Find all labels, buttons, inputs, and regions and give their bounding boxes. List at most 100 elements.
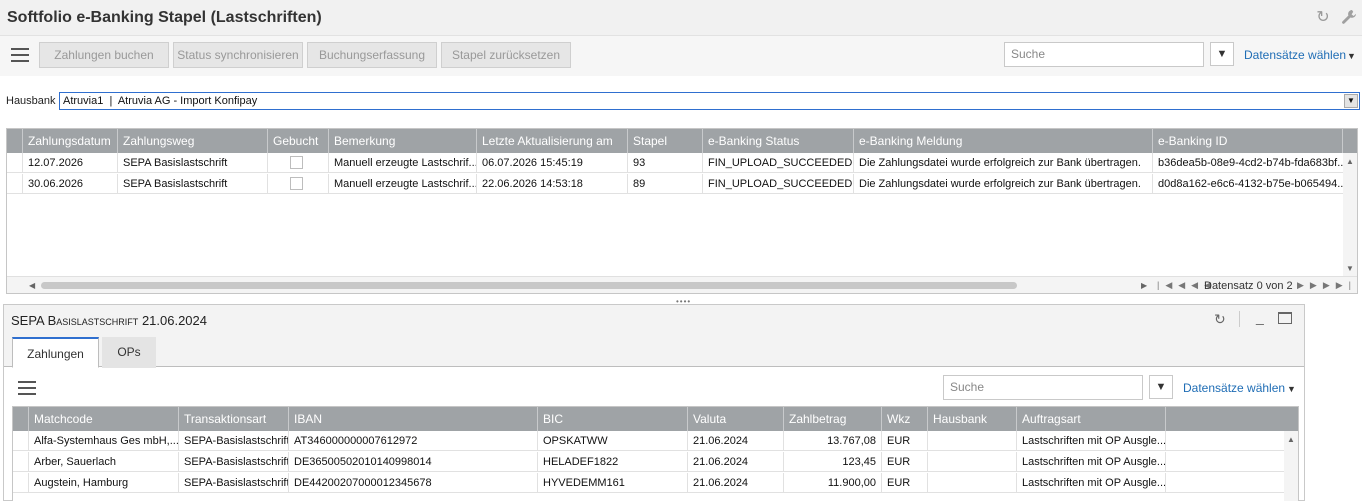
column-header[interactable]: Zahlungsdatum — [23, 129, 118, 153]
column-header[interactable]: IBAN — [289, 407, 538, 431]
pager-next-icons[interactable]: ▶▶▶▶| — [1297, 280, 1357, 291]
detail-datensaetze-waehlen-link[interactable]: Datensätze wählen — [1183, 381, 1285, 395]
status-synchronisieren-button[interactable]: Status synchronisieren — [173, 42, 303, 68]
column-header[interactable]: e-Banking Status — [703, 129, 854, 153]
table-row[interactable]: Augstein, Hamburg SEPA-Basislastschrift … — [13, 473, 1286, 493]
transaktionsart-cell: SEPA-Basislastschrift — [179, 473, 289, 493]
column-header[interactable]: Bemerkung — [329, 129, 477, 153]
column-header[interactable]: BIC — [538, 407, 688, 431]
aktualisiert-cell: 06.07.2026 15:45:19 — [477, 153, 628, 173]
chevron-down-icon[interactable]: ▼ — [1344, 94, 1358, 108]
scroll-left-icon[interactable]: ◀ — [29, 281, 35, 290]
menu-icon[interactable] — [11, 48, 29, 62]
table-row[interactable]: Alfa-Systemhaus Ges mbH,... SEPA-Basisla… — [13, 431, 1286, 451]
hausbank-label: Hausbank — [6, 95, 56, 107]
row-selector[interactable] — [13, 473, 29, 493]
iban-cell: DE36500502010140998014 — [289, 452, 538, 472]
column-header-spacer — [1166, 407, 1298, 431]
search-filter-dropdown[interactable]: ▼ — [1210, 42, 1234, 66]
scroll-up-icon[interactable]: ▲ — [1287, 435, 1295, 444]
detail-panel-header: SEPA Basislastschrift 21.06.2024 ↻ _ — [4, 305, 1304, 335]
iban-cell: DE44200207000012345678 — [289, 473, 538, 493]
detail-search-input[interactable]: Suche — [943, 375, 1143, 400]
refresh-icon[interactable]: ↻ — [1214, 311, 1226, 328]
column-header[interactable]: Zahlungsweg — [118, 129, 268, 153]
table-row[interactable]: 12.07.2026 SEPA Basislastschrift Manuell… — [7, 153, 1345, 173]
auftragsart-cell: Lastschriften mit OP Ausgle... — [1017, 452, 1166, 472]
row-selector[interactable] — [7, 174, 23, 194]
tab-zahlungen[interactable]: Zahlungen — [12, 337, 99, 368]
scroll-down-icon[interactable]: ▼ — [1346, 264, 1354, 273]
valuta-cell: 21.06.2024 — [688, 473, 784, 493]
column-header[interactable]: Wkz — [882, 407, 928, 431]
status-cell: FIN_UPLOAD_SUCCEEDED — [703, 153, 854, 173]
chevron-down-icon[interactable]: ▼ — [1287, 384, 1296, 394]
table-row[interactable]: Arber, Sauerlach SEPA-Basislastschrift D… — [13, 452, 1286, 472]
ebanking-id-cell: b36dea5b-08e9-4cd2-b74b-fda683bf... — [1153, 153, 1345, 173]
bemerkung-cell: Manuell erzeugte Lastschrif... — [329, 174, 477, 194]
hausbank-cell — [928, 431, 1017, 451]
title-bar: Softfolio e-Banking Stapel (Lastschrifte… — [0, 0, 1362, 36]
refresh-icon[interactable]: ↻ — [1314, 9, 1332, 27]
column-header[interactable]: Gebucht — [268, 129, 329, 153]
auftragsart-cell: Lastschriften mit OP Ausgle... — [1017, 473, 1166, 493]
ebanking-id-cell: d0d8a162-e6c6-4132-b75e-b065494... — [1153, 174, 1345, 194]
gebucht-cell — [268, 174, 329, 194]
maximize-icon[interactable] — [1278, 312, 1292, 324]
column-header[interactable]: Auftragsart — [1017, 407, 1166, 431]
column-header[interactable]: Stapel — [628, 129, 703, 153]
datensaetze-waehlen-link[interactable]: Datensätze wählen — [1244, 48, 1346, 62]
hausbank-select[interactable]: Atruvia1 | Atruvia AG - Import Konfipay … — [59, 92, 1360, 110]
payments-grid-header: Matchcode Transaktionsart IBAN BIC Valut… — [13, 407, 1298, 431]
menu-icon[interactable] — [18, 381, 36, 395]
detail-search-filter-dropdown[interactable]: ▼ — [1149, 375, 1173, 399]
stapel-zuruecksetzen-button[interactable]: Stapel zurücksetzen — [441, 42, 571, 68]
gebucht-checkbox[interactable] — [290, 177, 303, 190]
bic-cell: HELADEF1822 — [538, 452, 688, 472]
search-input[interactable]: Suche — [1004, 42, 1204, 67]
column-header[interactable]: Zahlbetrag — [784, 407, 882, 431]
row-selector[interactable] — [13, 452, 29, 472]
transaktionsart-cell: SEPA-Basislastschrift — [179, 452, 289, 472]
chevron-down-icon[interactable]: ▼ — [1347, 51, 1356, 61]
window-title: Softfolio e-Banking Stapel (Lastschrifte… — [7, 9, 322, 26]
meldung-cell: Die Zahlungsdatei wurde erfolgreich zur … — [854, 153, 1153, 173]
zahlungen-buchen-button[interactable]: Zahlungen buchen — [39, 42, 169, 68]
detail-title-prefix: SEPA Basislastschrift — [11, 313, 139, 328]
zahlbetrag-cell: 11.900,00 — [784, 473, 882, 493]
column-header[interactable]: Letzte Aktualisierung am — [477, 129, 628, 153]
gebucht-cell — [268, 153, 329, 173]
toolbar: Zahlungen buchen Status synchronisieren … — [0, 36, 1362, 76]
hausbank-cell — [928, 473, 1017, 493]
wrench-icon[interactable] — [1340, 9, 1358, 27]
horizontal-scrollbar[interactable] — [41, 282, 1017, 289]
grid-pager: ◀ ▶ |◀◀◀◀ Datensatz 0 von 2 ▶▶▶▶| — [7, 276, 1357, 293]
scroll-right-icon[interactable]: ▶ — [1141, 281, 1147, 290]
vertical-scrollbar[interactable]: ▲ — [1284, 431, 1298, 501]
pager-status: Datensatz 0 von 2 — [1204, 280, 1293, 292]
column-header[interactable]: Valuta — [688, 407, 784, 431]
transaktionsart-cell: SEPA-Basislastschrift — [179, 431, 289, 451]
minimize-icon[interactable]: _ — [1256, 309, 1264, 325]
splitter-handle[interactable]: •••• — [0, 297, 1362, 306]
hausbank-value: Atruvia1 | Atruvia AG - Import Konfipay — [63, 95, 258, 107]
column-header[interactable]: e-Banking ID — [1153, 129, 1343, 153]
gebucht-checkbox[interactable] — [290, 156, 303, 169]
tab-ops[interactable]: OPs — [102, 337, 156, 368]
column-header[interactable]: e-Banking Meldung — [854, 129, 1153, 153]
wkz-cell: EUR — [882, 431, 928, 451]
column-header[interactable]: Transaktionsart — [179, 407, 289, 431]
matchcode-cell: Augstein, Hamburg — [29, 473, 179, 493]
row-selector[interactable] — [13, 431, 29, 451]
buchungserfassung-button[interactable]: Buchungserfassung — [307, 42, 437, 68]
scroll-up-icon[interactable]: ▲ — [1346, 157, 1354, 166]
detail-panel-title: SEPA Basislastschrift 21.06.2024 — [11, 313, 207, 328]
valuta-cell: 21.06.2024 — [688, 431, 784, 451]
column-header[interactable]: Matchcode — [29, 407, 179, 431]
row-selector[interactable] — [7, 153, 23, 173]
column-header[interactable]: Hausbank — [928, 407, 1017, 431]
table-row[interactable]: 30.06.2026 SEPA Basislastschrift Manuell… — [7, 174, 1345, 194]
hausbank-cell — [928, 452, 1017, 472]
vertical-scrollbar[interactable]: ▲ ▼ — [1343, 153, 1357, 277]
detail-title-date: 21.06.2024 — [141, 313, 208, 328]
